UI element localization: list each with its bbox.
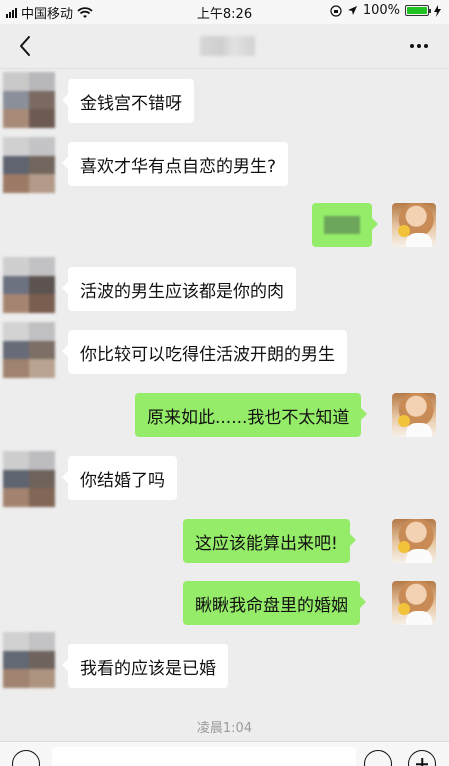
message-bubble-outgoing[interactable]	[312, 203, 378, 247]
message-text: 活波的男生应该都是你的肉	[80, 281, 284, 302]
message-text: 你比较可以吃得住活波开朗的男生	[80, 344, 335, 365]
location-icon	[347, 6, 357, 15]
avatar-shirt	[406, 423, 432, 437]
status-bar: 中国移动 上午8:26 100%	[0, 0, 449, 24]
contact-name-blurred	[200, 36, 255, 56]
censored-text	[324, 216, 360, 234]
status-right: 100%	[330, 3, 441, 18]
contact-avatar[interactable]	[3, 137, 55, 193]
self-avatar[interactable]	[392, 203, 436, 247]
plus-button[interactable]	[408, 750, 436, 766]
message-bubble-outgoing[interactable]: 原来如此......我也不太知道	[135, 393, 368, 437]
lock-rotation-icon	[330, 4, 342, 17]
battery-fill	[407, 7, 427, 14]
message-bubble-outgoing[interactable]: 这应该能算出来吧!	[183, 519, 356, 563]
contact-avatar[interactable]	[3, 72, 55, 128]
more-button[interactable]	[407, 34, 431, 58]
voice-button[interactable]	[12, 750, 40, 766]
chat-area[interactable]: 金钱宫不错呀 喜欢才华有点自恋的男生? 活波的男生应该都是你的肉 你比较可以吃得…	[0, 69, 449, 741]
message-text: 原来如此......我也不太知道	[147, 407, 350, 428]
charging-icon	[434, 4, 441, 17]
chat-timestamp: 凌晨1:04	[196, 721, 253, 736]
message-text: 我看的应该是已婚	[80, 658, 216, 679]
message-bubble-incoming[interactable]: 你结婚了吗	[62, 456, 177, 500]
avatar-shirt	[406, 233, 432, 247]
message-bubble-incoming[interactable]: 金钱宫不错呀	[62, 79, 194, 123]
contact-avatar[interactable]	[3, 632, 55, 688]
self-avatar[interactable]	[392, 519, 436, 563]
message-text: 金钱宫不错呀	[80, 93, 182, 114]
message-text: 你结婚了吗	[80, 470, 165, 491]
input-bar	[0, 741, 449, 766]
self-avatar[interactable]	[392, 393, 436, 437]
self-avatar[interactable]	[392, 581, 436, 625]
battery-percent: 100%	[362, 3, 400, 18]
avatar-shirt	[406, 549, 432, 563]
contact-avatar[interactable]	[3, 257, 55, 313]
more-dot	[417, 44, 421, 48]
message-bubble-incoming[interactable]: 我看的应该是已婚	[62, 644, 228, 688]
more-dot	[424, 44, 428, 48]
message-text: 喜欢才华有点自恋的男生?	[80, 156, 277, 177]
more-dots-icon	[410, 44, 414, 48]
nav-bar	[0, 24, 449, 69]
message-input[interactable]	[52, 747, 356, 766]
message-text: 瞅瞅我命盘里的婚姻	[195, 595, 348, 616]
back-button[interactable]	[12, 32, 40, 60]
chevron-left-icon	[20, 36, 30, 56]
message-bubble-incoming[interactable]: 你比较可以吃得住活波开朗的男生	[62, 330, 347, 374]
message-bubble-outgoing[interactable]: 瞅瞅我命盘里的婚姻	[183, 581, 366, 625]
contact-avatar[interactable]	[3, 451, 55, 507]
avatar-shirt	[406, 611, 432, 625]
message-text: 这应该能算出来吧!	[195, 533, 338, 554]
message-bubble-incoming[interactable]: 活波的男生应该都是你的肉	[62, 267, 296, 311]
message-bubble-incoming[interactable]: 喜欢才华有点自恋的男生?	[61, 142, 289, 186]
contact-avatar[interactable]	[3, 322, 55, 378]
battery-icon	[405, 5, 431, 16]
emoji-button[interactable]	[364, 750, 392, 766]
